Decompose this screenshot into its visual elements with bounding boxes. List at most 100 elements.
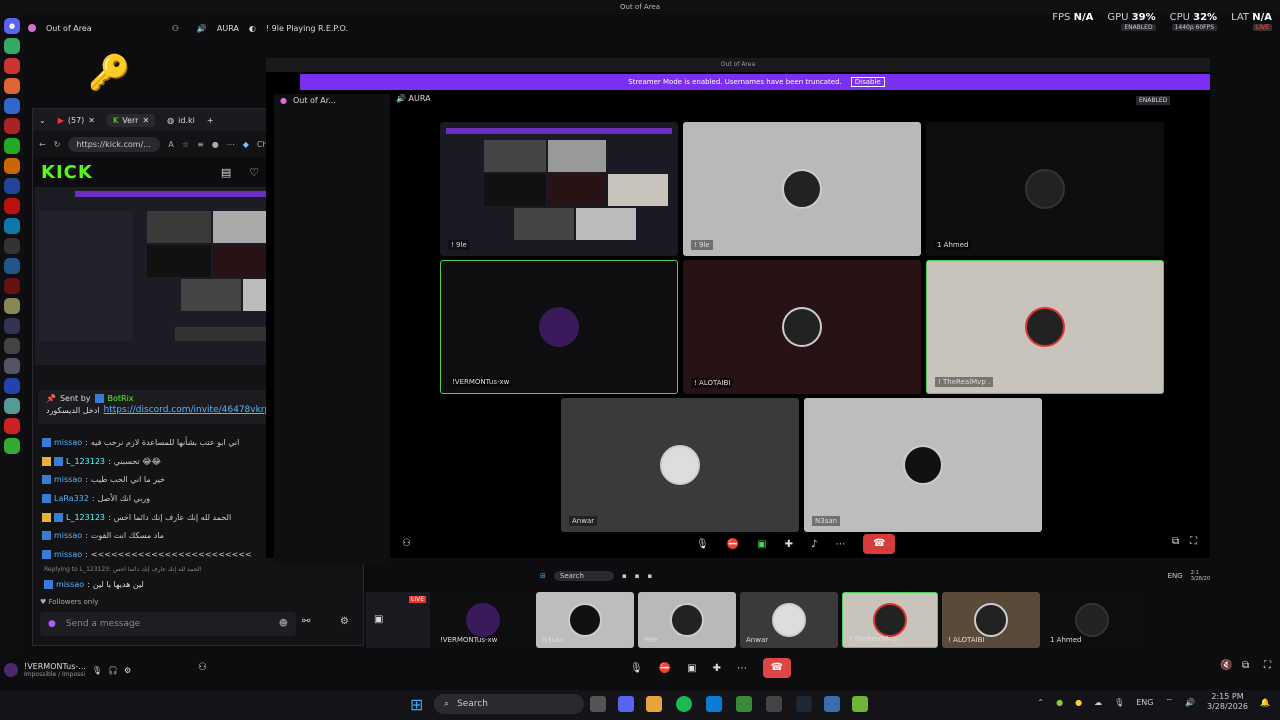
- server-icon[interactable]: [4, 238, 20, 254]
- avatar[interactable]: [4, 663, 18, 677]
- headphones-icon[interactable]: 🎧: [108, 666, 118, 675]
- notification-icon[interactable]: 🔔: [1260, 698, 1270, 707]
- volume-icon[interactable]: 🔊: [1185, 698, 1195, 707]
- server-icon[interactable]: [4, 38, 20, 54]
- tab-kick[interactable]: K Verr ✕: [106, 113, 156, 127]
- minecraft-icon[interactable]: [736, 696, 752, 712]
- server-icon[interactable]: [4, 378, 20, 394]
- kick-logo[interactable]: KICK: [41, 162, 93, 183]
- participant-thumb[interactable]: ! TheRealMvp .: [842, 592, 938, 648]
- participant-thumb[interactable]: 1 Ahmed: [1044, 592, 1140, 648]
- participant-tile[interactable]: ! 9le: [683, 122, 921, 256]
- discord-icon[interactable]: [618, 696, 634, 712]
- settings-icon[interactable]: ⚙: [340, 616, 349, 627]
- calendar-icon[interactable]: ▤: [221, 166, 231, 179]
- more-icon[interactable]: ⋯: [737, 663, 747, 674]
- server-icon[interactable]: [4, 418, 20, 434]
- link-icon[interactable]: ⚯: [302, 616, 310, 627]
- camera-off-icon[interactable]: ⛔: [727, 539, 739, 550]
- server-icon[interactable]: [4, 438, 20, 454]
- tray-app-icon[interactable]: ●: [1075, 698, 1082, 707]
- server-icon[interactable]: [4, 318, 20, 334]
- tray-app-icon[interactable]: ●: [1056, 698, 1063, 707]
- mic-icon[interactable]: 🎙: [630, 663, 643, 674]
- chevron-up-icon[interactable]: ⌃: [1037, 698, 1044, 707]
- server-icon[interactable]: [4, 398, 20, 414]
- heart-icon[interactable]: ♡: [249, 166, 259, 179]
- chat-username[interactable]: missao: [54, 531, 82, 540]
- mic-icon[interactable]: 🎙: [696, 539, 709, 550]
- server-icon[interactable]: [4, 278, 20, 294]
- user-name[interactable]: !VERMONTus-...: [24, 662, 86, 671]
- profile-avatar[interactable]: ●: [212, 140, 219, 149]
- tab-list-icon[interactable]: ⌄: [39, 116, 46, 125]
- clock[interactable]: 2:15 PM 3/28/2026: [1207, 692, 1248, 712]
- app-icon[interactable]: ▪: [622, 572, 627, 580]
- windows-start-icon[interactable]: ⊞: [410, 695, 423, 714]
- voice-activity-icon[interactable]: ⚇: [198, 662, 207, 673]
- chat-username[interactable]: LaRa332: [54, 494, 89, 503]
- mic-icon[interactable]: 🎙: [92, 666, 102, 675]
- participant-tile-speaking[interactable]: !VERMONTus-xw: [440, 260, 678, 394]
- chat-username[interactable]: missao: [56, 580, 84, 589]
- soundboard-icon[interactable]: ♪: [811, 539, 817, 550]
- new-tab-button[interactable]: +: [207, 116, 214, 125]
- server-icon[interactable]: [4, 298, 20, 314]
- fullscreen-icon[interactable]: ⛶: [1264, 660, 1271, 671]
- settings-icon[interactable]: ⚙: [124, 666, 131, 675]
- read-aloud-icon[interactable]: A: [168, 140, 173, 149]
- participant-tile[interactable]: Anwar: [561, 398, 799, 532]
- server-icon[interactable]: [4, 78, 20, 94]
- chat-username[interactable]: missao: [54, 550, 82, 559]
- participant-tile-speaking[interactable]: ! TheRealMvp .: [926, 260, 1164, 394]
- more-icon[interactable]: ⋯: [835, 539, 845, 550]
- hang-up-button[interactable]: ☎: [863, 534, 896, 554]
- camera-off-icon[interactable]: ⛔: [659, 663, 671, 674]
- network-icon[interactable]: ⌔: [1166, 697, 1174, 707]
- server-icon[interactable]: [4, 118, 20, 134]
- server-icon[interactable]: [4, 358, 20, 374]
- back-icon[interactable]: ←: [39, 140, 46, 149]
- steam-icon[interactable]: [796, 696, 812, 712]
- screen-share-icon[interactable]: ▣: [687, 663, 696, 674]
- participant-thumb[interactable]: !VERMONTus-xw: [434, 592, 532, 648]
- home-server-icon[interactable]: ●: [4, 18, 20, 34]
- participant-tile[interactable]: ! ALOTAIBI: [683, 260, 921, 394]
- server-name-dropdown[interactable]: Out of Area: [46, 24, 92, 33]
- close-icon[interactable]: ✕: [142, 116, 149, 125]
- fullscreen-icon[interactable]: ⛶: [1190, 536, 1197, 547]
- language-indicator[interactable]: ENG: [1136, 698, 1153, 707]
- url-field[interactable]: https://kick.com/...: [68, 136, 161, 152]
- participant-tile[interactable]: ! 9le: [440, 122, 678, 256]
- server-icon[interactable]: [4, 158, 20, 174]
- chat-username[interactable]: missao: [54, 475, 82, 484]
- app-icon[interactable]: [852, 696, 868, 712]
- chat-username[interactable]: L_123123: [66, 513, 105, 522]
- tab-third[interactable]: ◍ id.ki: [161, 114, 201, 127]
- participant-thumb[interactable]: ! ALOTAIBI: [942, 592, 1040, 648]
- server-icon[interactable]: [4, 338, 20, 354]
- participant-thumb[interactable]: !9le: [638, 592, 736, 648]
- app-icon[interactable]: ▪: [635, 572, 640, 580]
- participant-thumb[interactable]: Anwar: [740, 592, 838, 648]
- participant-thumb[interactable]: N3san: [536, 592, 634, 648]
- popout-icon[interactable]: ⧉: [1172, 536, 1179, 547]
- server-icon[interactable]: [4, 218, 20, 234]
- task-view-icon[interactable]: [590, 696, 606, 712]
- mic-icon[interactable]: 🎙: [1114, 698, 1124, 707]
- server-icon[interactable]: [4, 258, 20, 274]
- edge-icon[interactable]: [706, 696, 722, 712]
- more-icon[interactable]: ⋯: [227, 140, 235, 149]
- app-icon[interactable]: [766, 696, 782, 712]
- pinned-link[interactable]: https://discord.com/invite/46478vkrpF: [104, 405, 276, 415]
- app-icon[interactable]: ▪: [647, 572, 652, 580]
- close-icon[interactable]: ✕: [88, 116, 95, 125]
- mic-icon[interactable]: ●: [48, 619, 56, 629]
- activities-icon[interactable]: ✚: [785, 539, 793, 550]
- favorite-icon[interactable]: ☆: [182, 140, 189, 149]
- stream-preview-thumb[interactable]: LIVE ▣: [366, 592, 430, 648]
- emoji-icon[interactable]: ☻: [279, 619, 288, 629]
- copilot-icon[interactable]: ◆: [243, 140, 249, 149]
- spotify-icon[interactable]: [676, 696, 692, 712]
- cloud-icon[interactable]: ☁: [1094, 698, 1102, 707]
